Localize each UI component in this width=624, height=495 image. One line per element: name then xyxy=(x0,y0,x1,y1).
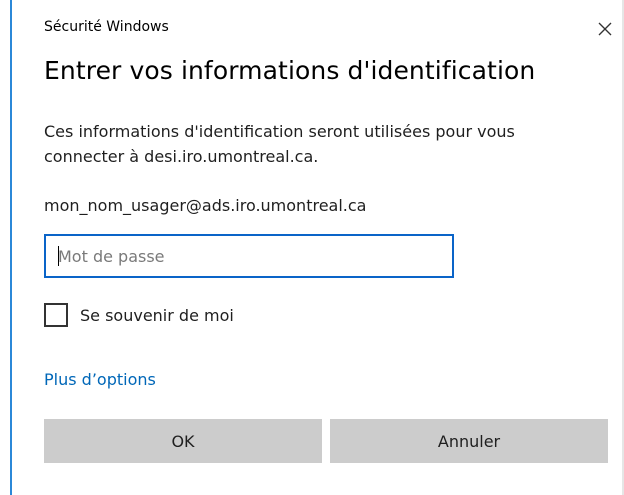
dialog-heading: Entrer vos informations d'identification xyxy=(44,56,536,85)
password-field[interactable] xyxy=(44,234,454,278)
close-button[interactable] xyxy=(592,16,618,42)
credential-dialog: Sécurité Windows Entrer vos informations… xyxy=(0,0,624,495)
dialog-description: Ces informations d'identification seront… xyxy=(44,122,515,166)
remember-me-checkbox[interactable] xyxy=(44,303,68,327)
cancel-button[interactable]: Annuler xyxy=(330,419,608,463)
more-options-link[interactable]: Plus d’options xyxy=(44,370,156,389)
close-icon xyxy=(598,22,612,36)
remember-me-label: Se souvenir de moi xyxy=(80,305,234,325)
username-label: mon_nom_usager@ads.iro.umontreal.ca xyxy=(44,196,367,215)
text-caret xyxy=(58,246,59,266)
window-left-border xyxy=(10,0,12,495)
ok-button[interactable]: OK xyxy=(44,419,322,463)
remember-me-option[interactable]: Se souvenir de moi xyxy=(44,303,234,327)
window-title: Sécurité Windows xyxy=(44,19,169,35)
